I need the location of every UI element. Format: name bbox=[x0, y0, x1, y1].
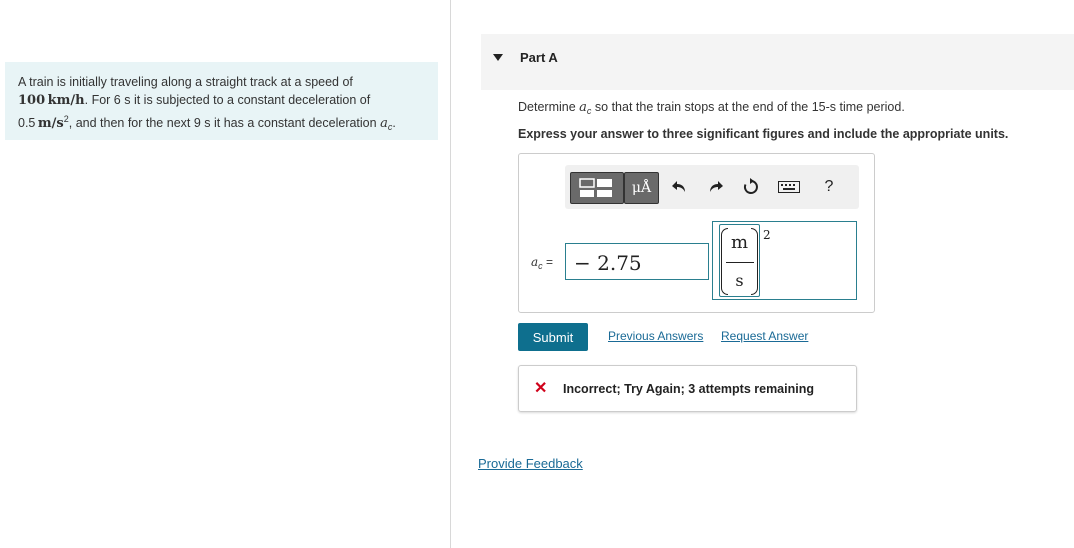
problem-statement: A train is initially traveling along a s… bbox=[5, 62, 438, 140]
unit-exponent: 2 bbox=[763, 228, 771, 242]
question-suffix: so that the train stops at the end of th… bbox=[594, 100, 905, 114]
undo-icon[interactable] bbox=[668, 172, 692, 202]
problem-line-3: , and then for the next 9 s it has a con… bbox=[68, 116, 377, 130]
answer-variable-label: ac = bbox=[531, 255, 553, 271]
provide-feedback-link[interactable]: Provide Feedback bbox=[478, 456, 583, 471]
request-answer-link[interactable]: Request Answer bbox=[721, 329, 808, 343]
problem-period: . bbox=[392, 116, 396, 130]
problem-variable: a bbox=[380, 116, 388, 131]
question-prefix: Determine bbox=[518, 100, 576, 114]
decel-value: 0.5 bbox=[18, 116, 36, 130]
question-text: Determine ac so that the train stops at … bbox=[518, 100, 905, 116]
part-a-header[interactable]: Part A bbox=[481, 34, 1074, 90]
fraction-bar bbox=[726, 262, 754, 263]
feedback-message: ✕ Incorrect; Try Again; 3 attempts remai… bbox=[518, 365, 857, 412]
problem-column: A train is initially traveling along a s… bbox=[0, 0, 451, 548]
units-input[interactable]: m s 2 bbox=[712, 221, 857, 300]
keyboard-icon[interactable] bbox=[777, 172, 801, 202]
collapse-triangle-icon[interactable] bbox=[493, 54, 503, 61]
problem-line-1: A train is initially traveling along a s… bbox=[18, 75, 353, 89]
math-toolbar: μÅ ? bbox=[565, 165, 859, 209]
answer-panel: μÅ ? ac = − 2.75 m s 2 bbox=[518, 153, 875, 313]
question-variable-sub: c bbox=[586, 106, 592, 116]
decel-unit: m/s bbox=[37, 116, 64, 131]
speed-unit: km/h bbox=[47, 93, 85, 108]
answer-variable-sub: c bbox=[538, 261, 543, 271]
redo-icon[interactable] bbox=[703, 172, 727, 202]
submit-button[interactable]: Submit bbox=[518, 323, 588, 351]
problem-line-2: . For 6 s it is subjected to a constant … bbox=[84, 93, 371, 107]
reset-icon[interactable] bbox=[739, 172, 763, 202]
value-input[interactable]: − 2.75 bbox=[565, 243, 709, 280]
units-icon[interactable]: μÅ bbox=[624, 172, 659, 204]
part-label: Part A bbox=[520, 50, 558, 65]
question-variable: a bbox=[579, 100, 587, 115]
incorrect-x-icon: ✕ bbox=[534, 380, 548, 397]
right-paren bbox=[751, 228, 758, 295]
feedback-text: Incorrect; Try Again; 3 attempts remaini… bbox=[563, 382, 814, 396]
templates-icon[interactable] bbox=[570, 172, 624, 204]
unit-fraction[interactable]: m s bbox=[719, 224, 760, 297]
previous-answers-link[interactable]: Previous Answers bbox=[608, 329, 703, 343]
help-icon[interactable]: ? bbox=[817, 172, 841, 202]
equals-sign: = bbox=[546, 255, 554, 269]
answer-instructions: Express your answer to three significant… bbox=[518, 127, 1009, 141]
speed-value: 100 bbox=[18, 93, 46, 108]
